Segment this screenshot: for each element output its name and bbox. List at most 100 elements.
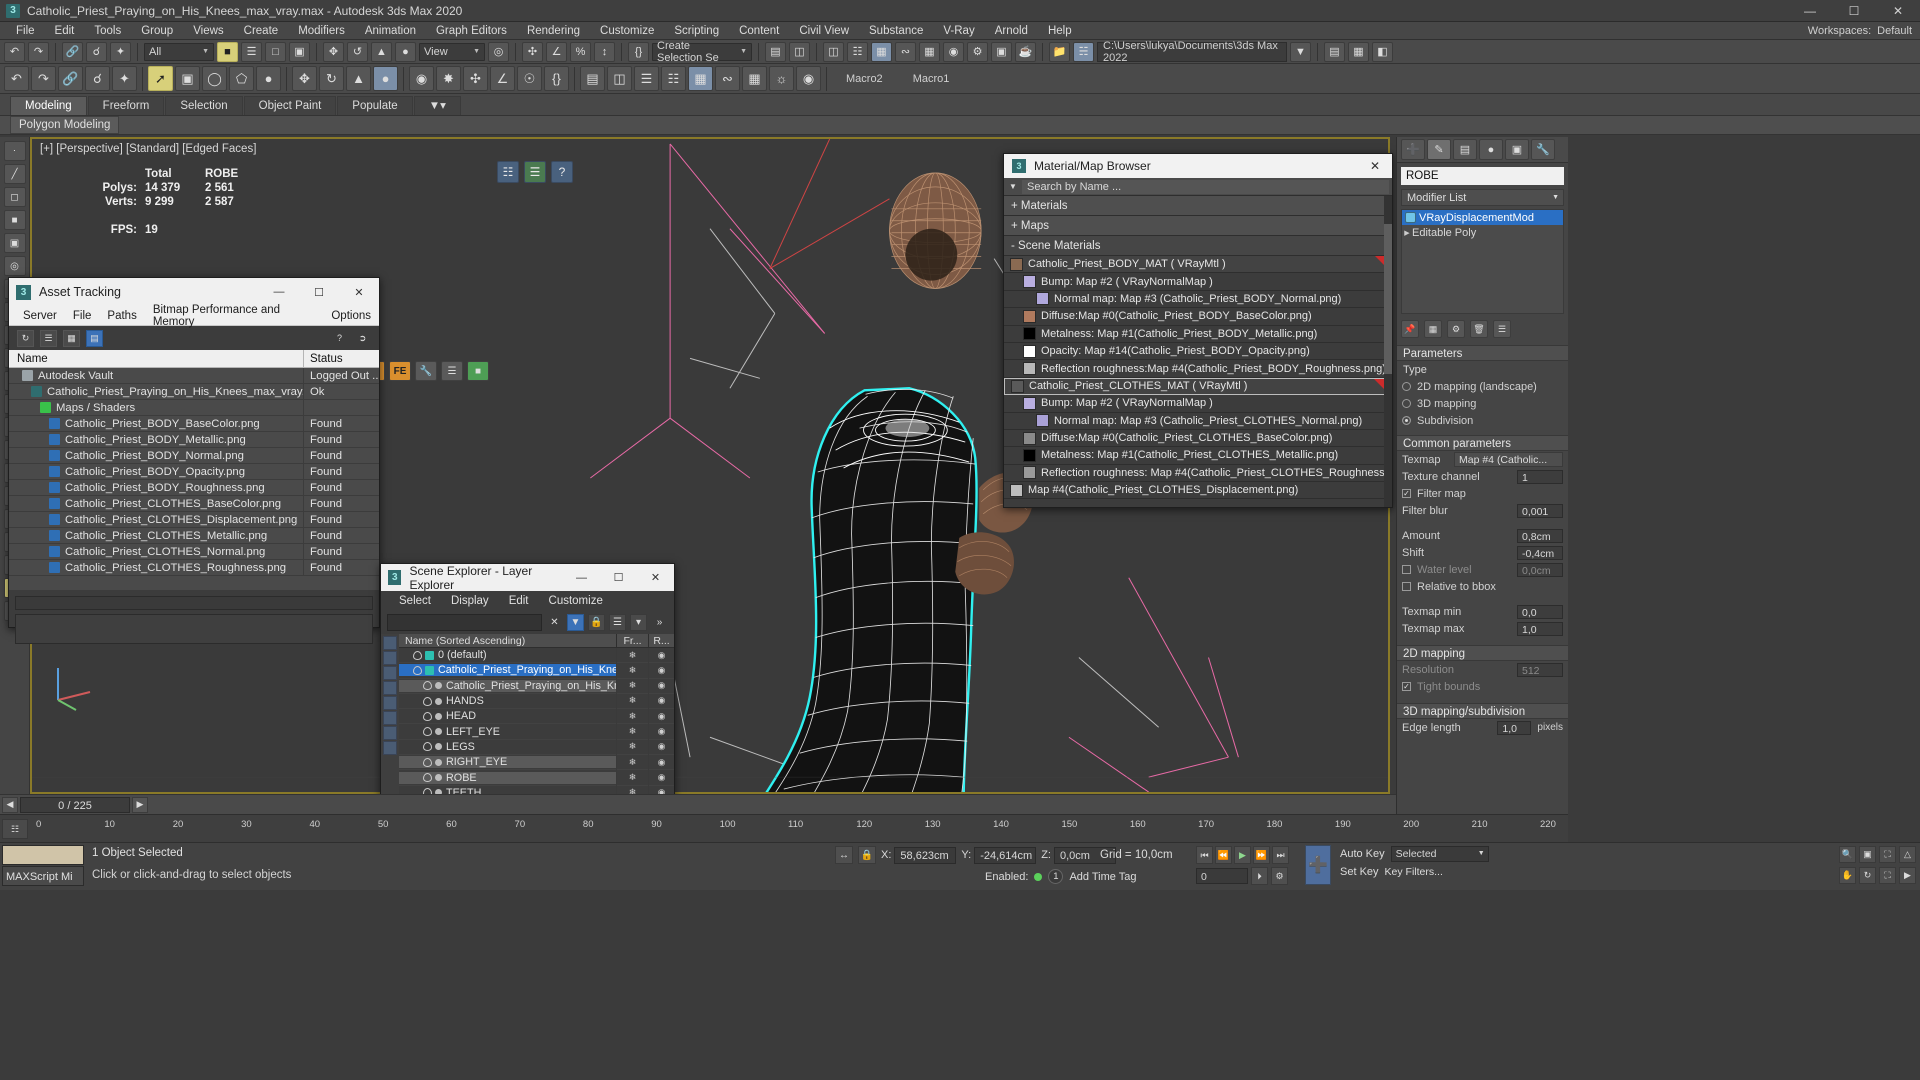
checkbox-icon[interactable] bbox=[1402, 565, 1411, 574]
project-browse-icon[interactable]: ▼ bbox=[1290, 41, 1311, 62]
lightbulb-icon[interactable] bbox=[1405, 212, 1416, 223]
eye-icon[interactable] bbox=[423, 773, 432, 783]
close-button[interactable]: ✕ bbox=[1876, 0, 1920, 22]
minimize-button[interactable]: — bbox=[1788, 0, 1832, 22]
tab-motion[interactable]: ● bbox=[1479, 139, 1503, 160]
filter-icon[interactable]: ▼ bbox=[567, 613, 584, 631]
quick-render-icon[interactable]: ▤ bbox=[1324, 41, 1345, 62]
edge-length-spinner[interactable]: 1,0 bbox=[1497, 720, 1532, 735]
renderable-toggle-icon[interactable]: ◉ bbox=[648, 739, 674, 755]
resolution-spinner[interactable]: 512 bbox=[1517, 662, 1563, 677]
list-item[interactable]: Catholic_Priest_Praying_on_His_Knees❄◉ bbox=[399, 662, 674, 679]
auto-key-label[interactable]: Auto Key bbox=[1340, 848, 1385, 860]
table-row[interactable]: Catholic_Priest_CLOTHES_Roughness.png Fou… bbox=[9, 559, 379, 576]
placement-icon[interactable]: ● bbox=[373, 66, 398, 91]
chevron-down-icon[interactable]: ▼ bbox=[1004, 182, 1022, 191]
zoom-all-icon[interactable]: ▣ bbox=[1859, 846, 1876, 863]
scale-tool-icon[interactable]: ▲ bbox=[346, 66, 371, 91]
map-row[interactable]: Normal map: Map #3 (Catholic_Priest_BODY… bbox=[1004, 291, 1392, 309]
table-row[interactable]: Catholic_Priest_BODY_Metallic.png Found bbox=[9, 431, 379, 448]
mmb-material-list[interactable]: Catholic_Priest_BODY_MAT ( VRayMtl ) Bump… bbox=[1004, 256, 1392, 500]
checkbox-icon[interactable]: ✓ bbox=[1402, 489, 1411, 498]
material-row[interactable]: Catholic_Priest_BODY_MAT ( VRayMtl ) bbox=[1004, 256, 1392, 274]
angle-snap2-icon[interactable]: ∠ bbox=[490, 66, 515, 91]
texmap-max-spinner[interactable]: 1,0 bbox=[1517, 621, 1563, 636]
frozen-toggle-icon[interactable]: ❄ bbox=[616, 739, 648, 755]
percent-snap-icon[interactable]: % bbox=[570, 41, 591, 62]
spinner-snap-icon[interactable]: ↕ bbox=[594, 41, 615, 62]
time-config-icon[interactable]: ⚙ bbox=[1271, 867, 1288, 885]
window-crossing-icon[interactable]: ▣ bbox=[289, 41, 310, 62]
fence-select-icon[interactable]: ⬠ bbox=[229, 66, 254, 91]
amount-spinner[interactable]: 0,8cm bbox=[1517, 528, 1563, 543]
detail-view-icon[interactable]: ▦ bbox=[63, 329, 80, 347]
expand-all-icon[interactable]: ▾ bbox=[630, 613, 647, 631]
material-editor-icon[interactable]: ◉ bbox=[943, 41, 964, 62]
se-tool-props-icon[interactable] bbox=[383, 726, 397, 740]
menu-item-create[interactable]: Create bbox=[234, 22, 289, 40]
select-rotate-icon[interactable]: ↺ bbox=[347, 41, 368, 62]
lock-selection-icon[interactable]: 🔒 bbox=[858, 846, 876, 864]
soft-selection-icon[interactable]: ◎ bbox=[3, 256, 26, 276]
viewport-wrench-icon[interactable]: 🔧 bbox=[415, 361, 437, 381]
asset-menu-server[interactable]: Server bbox=[15, 310, 65, 322]
set-key-label[interactable]: Set Key bbox=[1340, 866, 1379, 878]
ribbon-tab-freeform[interactable]: Freeform bbox=[87, 96, 165, 115]
map-row[interactable]: Diffuse:Map #0(Catholic_Priest_BODY_Base… bbox=[1004, 308, 1392, 326]
placement-tool-icon[interactable]: ● bbox=[395, 41, 416, 62]
chevron-right-icon[interactable]: ▶ bbox=[1402, 229, 1412, 237]
grid-view-icon[interactable]: ▤ bbox=[86, 329, 103, 347]
renderable-toggle-icon[interactable]: ◉ bbox=[648, 769, 674, 786]
menu-item-substance[interactable]: Substance bbox=[859, 22, 933, 40]
next-key-icon[interactable]: ⏩ bbox=[1253, 846, 1270, 864]
renderable-toggle-icon[interactable]: ◉ bbox=[648, 647, 674, 663]
se-maximize-button[interactable]: ☐ bbox=[600, 564, 637, 591]
polygon-modeling-button[interactable]: Polygon Modeling bbox=[10, 116, 120, 134]
eye-icon[interactable] bbox=[413, 665, 422, 675]
subdivision-header[interactable]: 3D mapping/subdivision bbox=[1397, 703, 1568, 719]
clear-search-icon[interactable]: ✕ bbox=[546, 614, 563, 631]
eye-icon[interactable] bbox=[423, 757, 432, 767]
table-row[interactable]: Catholic_Priest_CLOTHES_Metallic.png Foun… bbox=[9, 527, 379, 544]
asset-menu-bitmap[interactable]: Bitmap Performance and Memory bbox=[145, 304, 324, 328]
frozen-toggle-icon[interactable]: ❄ bbox=[616, 708, 648, 724]
move-tool-icon[interactable]: ✥ bbox=[292, 66, 317, 91]
undo-icon[interactable]: ↶ bbox=[4, 41, 25, 62]
remove-modifier-icon[interactable]: 🗑 bbox=[1470, 320, 1488, 338]
menu-item-customize[interactable]: Customize bbox=[590, 22, 664, 40]
rotate-tool-icon[interactable]: ↻ bbox=[319, 66, 344, 91]
tab-hierarchy[interactable]: ▤ bbox=[1453, 139, 1477, 160]
se-col-render[interactable]: R... bbox=[648, 634, 674, 647]
reference-coordinate-icon[interactable]: ◉ bbox=[409, 66, 434, 91]
coord-y-value[interactable]: -24,614cm bbox=[974, 846, 1037, 864]
goto-start-icon[interactable]: ⏮ bbox=[1196, 846, 1213, 864]
unlink-icon[interactable]: ☌ bbox=[86, 41, 107, 62]
snaps-icon[interactable]: ✣ bbox=[463, 66, 488, 91]
curve-editor2-icon[interactable]: ∾ bbox=[715, 66, 740, 91]
menu-item-modifiers[interactable]: Modifiers bbox=[288, 22, 355, 40]
filter-blur-spinner[interactable]: 0,001 bbox=[1517, 503, 1563, 518]
mmb-group-scene-materials[interactable]: - Scene Materials bbox=[1004, 236, 1392, 256]
ribbon-tab-modeling[interactable]: Modeling bbox=[10, 96, 87, 115]
list-item[interactable]: 0 (default) ❄ ◉ bbox=[399, 647, 674, 664]
menu-item-civil-view[interactable]: Civil View bbox=[789, 22, 859, 40]
menu-item-group[interactable]: Group bbox=[131, 22, 183, 40]
tab-modify[interactable]: ✎ bbox=[1427, 139, 1451, 160]
map-row[interactable]: Bump: Map #2 ( VRayNormalMap ) bbox=[1004, 395, 1392, 413]
viewport-layers-icon[interactable]: ☰ bbox=[524, 161, 546, 183]
tab-utilities[interactable]: 🔧 bbox=[1531, 139, 1555, 160]
frozen-toggle-icon[interactable]: ❄ bbox=[616, 693, 648, 709]
circle-select-icon[interactable]: ● bbox=[256, 66, 281, 91]
select-scale-icon[interactable]: ▲ bbox=[371, 41, 392, 62]
table-row[interactable]: Autodesk Vault Logged Out ... bbox=[9, 368, 379, 384]
prev-frame-button[interactable]: ◀ bbox=[2, 796, 18, 813]
se-menu-edit[interactable]: Edit bbox=[499, 595, 539, 607]
more-options-icon[interactable]: » bbox=[651, 614, 668, 631]
eye-icon[interactable] bbox=[423, 681, 432, 691]
asset-tracking-window[interactable]: 3 Asset Tracking — ☐ ✕ Server File Paths… bbox=[8, 277, 380, 644]
menu-item-scripting[interactable]: Scripting bbox=[664, 22, 729, 40]
list-item[interactable]: LEGS ❄ ◉ bbox=[399, 739, 674, 756]
rendered-frame-icon[interactable]: ▣ bbox=[991, 41, 1012, 62]
unlink2-icon[interactable]: ☌ bbox=[85, 66, 110, 91]
eye-icon[interactable] bbox=[423, 727, 432, 737]
